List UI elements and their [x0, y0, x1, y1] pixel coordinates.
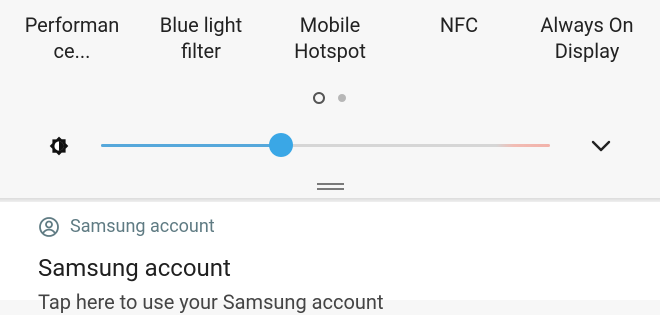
brightness-icon: [49, 136, 69, 156]
tile-label-line2: ce...: [53, 39, 91, 63]
chevron-down-icon[interactable]: [588, 134, 614, 158]
tile-label-line2: Display: [554, 39, 620, 63]
panel-drag-handle[interactable]: [317, 183, 344, 191]
tile-mobile-hotspot[interactable]: Mobile Hotspot: [270, 12, 390, 64]
account-circle-icon: [39, 217, 59, 237]
tile-label-line1: Performan: [24, 13, 120, 37]
tile-label-line1: Blue light: [159, 13, 243, 37]
slider-thumb[interactable]: [268, 133, 293, 157]
tile-label-line1: Mobile: [299, 13, 361, 37]
notification-title: Samsung account: [38, 254, 231, 282]
slider-fill: [101, 144, 281, 147]
page-indicator: [310, 91, 350, 105]
page-dot-current[interactable]: [313, 92, 325, 104]
tile-performance[interactable]: Performan ce...: [12, 12, 132, 64]
notification-body: Tap here to use your Samsung account: [38, 290, 384, 314]
quick-settings-panel: Performan ce... Blue light filter Mobile…: [0, 0, 660, 200]
tile-blue-light-filter[interactable]: Blue light filter: [141, 12, 261, 64]
notification-card[interactable]: Samsung account Samsung account Tap here…: [0, 202, 660, 314]
tile-always-on-display[interactable]: Always On Display: [527, 12, 647, 64]
tile-nfc[interactable]: NFC: [399, 12, 519, 38]
tile-label-line1: NFC: [439, 13, 479, 37]
brightness-slider[interactable]: [101, 132, 550, 160]
tile-label-line1: Always On: [540, 13, 634, 37]
tile-label-line2: filter: [181, 39, 221, 63]
page-dot[interactable]: [338, 94, 346, 102]
notification-app-name: Samsung account: [70, 216, 215, 237]
tile-label-line2: Hotspot: [294, 39, 366, 63]
